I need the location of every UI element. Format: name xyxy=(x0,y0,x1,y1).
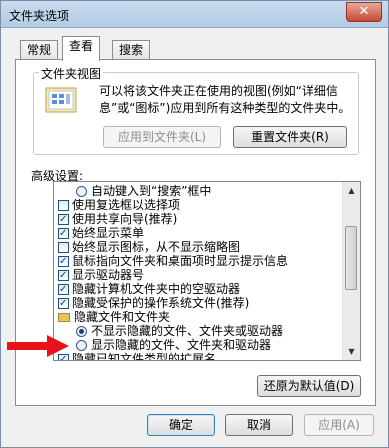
ok-button[interactable]: 确定 xyxy=(147,414,215,436)
radio-dont-show-hidden[interactable] xyxy=(76,326,87,337)
window-title: 文件夹选项 xyxy=(9,9,70,23)
checkbox-always-show-icons[interactable] xyxy=(58,242,69,253)
scroll-up-icon[interactable]: ▲ xyxy=(343,182,360,199)
checkbox-use-checkboxes[interactable] xyxy=(58,200,69,211)
vertical-scrollbar[interactable]: ▲ ▼ xyxy=(342,182,360,360)
checkbox-sharing-wizard[interactable] xyxy=(58,212,69,228)
tab-view[interactable]: 查看 xyxy=(62,36,101,61)
checkbox-always-show-menus[interactable] xyxy=(58,226,69,242)
checkbox-hide-os-files[interactable] xyxy=(58,296,69,312)
checkbox-show-drive-letters[interactable] xyxy=(58,268,69,284)
folder-view-group-title: 文件夹视图 xyxy=(39,65,104,82)
apply-button[interactable]: 应用(A) xyxy=(304,414,374,436)
folder-view-description: 可以将该文件夹正在使用的视图(例如“详细信息”或“图标”)应用到所有这种类型的文… xyxy=(99,84,351,115)
close-button[interactable]: ✕ xyxy=(346,2,382,22)
folder-view-icon xyxy=(45,87,77,113)
tab-search[interactable]: 搜索 xyxy=(112,40,151,60)
cancel-button[interactable]: 取消 xyxy=(225,414,293,436)
tab-general[interactable]: 常规 xyxy=(20,40,59,60)
checkbox-hide-empty-drives[interactable] xyxy=(58,282,69,298)
scroll-down-icon[interactable]: ▼ xyxy=(343,343,360,360)
advanced-settings-list[interactable]: 自动键入到“搜索”框中 使用复选框以选择项 使用共享向导(推荐) 始终显示菜单 … xyxy=(53,181,361,361)
red-arrow-icon xyxy=(7,335,69,357)
checkbox-popup-description[interactable] xyxy=(58,254,69,270)
reset-folders-button[interactable]: 重置文件夹(R) xyxy=(233,126,347,148)
apply-to-folders-button[interactable]: 应用到文件夹(L) xyxy=(103,126,221,148)
list-item[interactable]: 隐藏已知文件类型的扩展名 xyxy=(58,351,216,360)
folder-icon xyxy=(58,313,70,322)
radio-auto-type-search[interactable] xyxy=(76,186,87,197)
title-bar: 文件夹选项 ✕ xyxy=(1,1,388,28)
scrollbar-thumb[interactable] xyxy=(345,226,357,290)
close-icon: ✕ xyxy=(358,4,370,19)
radio-show-hidden[interactable] xyxy=(76,340,87,351)
folder-options-dialog: 文件夹选项 ✕ 常规 查看 搜索 文件夹视图 可以将该文件夹正在使用的视图(例如… xyxy=(0,0,389,448)
restore-defaults-button[interactable]: 还原为默认值(D) xyxy=(257,375,361,397)
